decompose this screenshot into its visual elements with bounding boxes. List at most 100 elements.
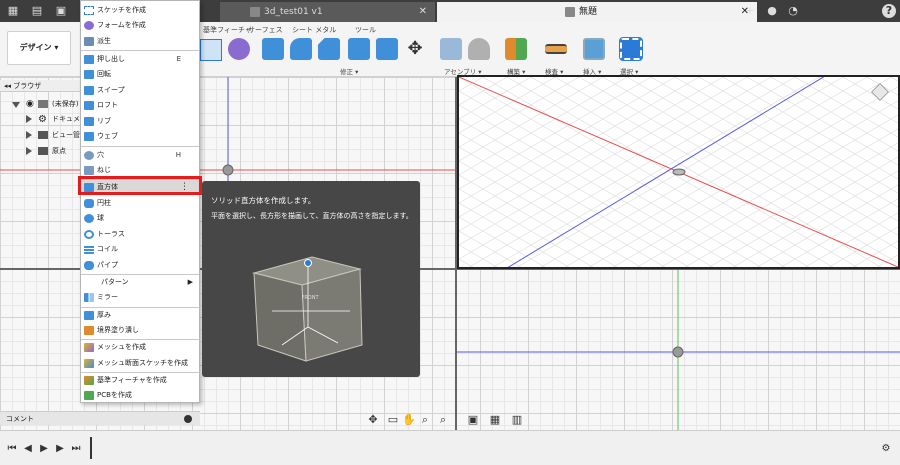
menu-item-coil[interactable]: コイル <box>81 242 199 257</box>
timeline-settings-icon[interactable]: ⚙ <box>880 443 892 455</box>
menu-item-create-sketch[interactable]: スケッチを作成 <box>81 3 199 18</box>
tree-item-named-views[interactable]: ビュー管理 <box>0 128 87 142</box>
tab-tools[interactable]: ツール <box>355 25 376 35</box>
expand-icon[interactable] <box>26 147 32 155</box>
tree-item-origin[interactable]: 原点 <box>0 144 80 158</box>
thicken-icon <box>84 311 94 320</box>
press-pull-icon[interactable] <box>262 38 284 60</box>
fillet-icon[interactable] <box>290 38 312 60</box>
menu-item-create-mesh-section-sketch[interactable]: メッシュ断面スケッチを作成 <box>81 356 199 371</box>
comment-bar[interactable]: コメント <box>0 411 200 425</box>
insert-image-icon[interactable] <box>583 38 605 60</box>
new-tab-icon[interactable]: + <box>743 4 757 18</box>
torus-icon <box>84 230 94 239</box>
menu-item-label: スケッチを作成 <box>97 6 146 14</box>
tab-construct-features[interactable]: 基準フィーチャ <box>203 25 252 35</box>
expand-icon[interactable] <box>26 115 32 123</box>
tree-item-root[interactable]: ◉ (未保存) <box>0 97 80 111</box>
tab-untitled[interactable]: 無題 ✕ <box>437 2 757 22</box>
sweep-icon <box>84 86 94 95</box>
step-forward-icon[interactable]: ▶ <box>54 443 66 455</box>
tooltip-title: ソリッド直方体を作成します。 <box>211 196 316 205</box>
menu-item-pipe[interactable]: パイプ <box>81 258 199 273</box>
isometric-viewport[interactable] <box>457 75 900 269</box>
derive-icon <box>84 37 94 46</box>
menu-item-hole[interactable]: 穴H <box>81 148 199 163</box>
select-icon[interactable] <box>619 37 643 61</box>
menu-item-loft[interactable]: ロフト <box>81 98 199 113</box>
menu-item-create-pcb[interactable]: PCBを作成 <box>81 388 199 403</box>
tab-3d-test01[interactable]: 3d_test01 v1 ✕ <box>220 2 435 22</box>
extensions-icon[interactable]: ● <box>765 4 779 18</box>
chamfer-icon[interactable] <box>318 38 340 60</box>
expand-icon[interactable] <box>12 102 20 108</box>
file-icon[interactable]: ▤ <box>30 4 44 18</box>
menu-item-sweep[interactable]: スイープ <box>81 83 199 98</box>
box-illustration: FRONT <box>252 256 363 362</box>
move-icon[interactable]: ✥ <box>404 38 426 60</box>
help-icon[interactable]: ? <box>882 4 896 18</box>
orbit-icon[interactable]: ✥ <box>366 413 380 427</box>
joint-icon[interactable] <box>468 38 490 60</box>
menu-item-label: スイープ <box>97 86 125 94</box>
zoom-icon[interactable]: ⌕ <box>418 413 432 427</box>
new-component-icon[interactable] <box>440 38 462 60</box>
menu-item-create-base-feature[interactable]: 基準フィーチャを作成 <box>81 373 199 388</box>
offset-face-icon[interactable] <box>376 38 398 60</box>
close-icon[interactable]: ✕ <box>419 2 427 22</box>
menu-item-label: メッシュを作成 <box>97 343 146 351</box>
play-icon[interactable]: ▶ <box>38 443 50 455</box>
origin-point-icon <box>222 164 234 176</box>
tree-item-document-settings[interactable]: ⚙ ドキュメント設定 <box>0 112 108 126</box>
menu-item-create-form[interactable]: フォームを作成 <box>81 18 199 33</box>
menu-item-sphere[interactable]: 球 <box>81 211 199 226</box>
combine-icon[interactable] <box>348 38 370 60</box>
group-modify[interactable]: 修正 ▾ <box>340 66 358 76</box>
menu-item-create-mesh[interactable]: メッシュを作成 <box>81 340 199 355</box>
look-at-icon[interactable]: ▭ <box>386 413 400 427</box>
group-modify-label: 修正 <box>340 68 353 76</box>
menu-item-extrude[interactable]: 押し出し E <box>81 52 199 67</box>
menu-item-thicken[interactable]: 厚み <box>81 308 199 323</box>
go-to-end-icon[interactable]: ⏭ <box>70 443 82 455</box>
menu-item-label: リブ <box>97 117 111 125</box>
create-tool-icon[interactable] <box>200 39 222 61</box>
go-to-start-icon[interactable]: ⏮ <box>6 443 18 455</box>
tab-surface[interactable]: サーフェス <box>248 25 283 35</box>
menu-item-pattern[interactable]: パターン ▶ <box>81 275 199 290</box>
measure-icon[interactable] <box>545 44 567 54</box>
menu-item-revolve[interactable]: 回転 <box>81 67 199 82</box>
eye-icon[interactable]: ◉ <box>26 100 34 109</box>
offset-plane-icon[interactable] <box>505 38 527 60</box>
workspace-selector[interactable]: デザイン ▾ <box>7 31 71 65</box>
timeline-marker[interactable] <box>90 437 96 459</box>
tooltip-description: 平面を選択し、長方形を描画して、直方体の高さを指定します。 <box>211 212 413 220</box>
menu-item-label: 球 <box>97 214 104 222</box>
menu-separator <box>81 146 199 147</box>
expand-icon[interactable] <box>26 131 32 139</box>
display-settings-icon[interactable]: ▣ <box>466 413 480 427</box>
pan-icon[interactable]: ✋ <box>402 413 416 427</box>
fit-icon[interactable]: ⌕ <box>436 413 450 427</box>
browser-header[interactable]: ◂◂ ブラウザ <box>0 80 80 92</box>
grid-snaps-icon[interactable]: ▦ <box>488 413 502 427</box>
menu-item-web[interactable]: ウェブ <box>81 129 199 144</box>
step-back-icon[interactable]: ◀ <box>22 443 34 455</box>
job-status-icon[interactable]: ◔ <box>786 4 800 18</box>
menu-item-label: ミラー <box>97 293 118 301</box>
menu-item-boundary-fill[interactable]: 境界塗り潰し <box>81 323 199 338</box>
menu-item-derive[interactable]: 派生 <box>81 34 199 49</box>
viewports-icon[interactable]: ▥ <box>510 413 524 427</box>
add-comment-icon[interactable] <box>184 415 192 423</box>
thread-icon <box>84 166 94 175</box>
grid-menu-icon[interactable]: ▦ <box>6 4 20 18</box>
form-icon[interactable] <box>228 38 250 60</box>
menu-item-torus[interactable]: トーラス <box>81 227 199 242</box>
tab-sheet-metal[interactable]: シート メタル <box>292 25 336 35</box>
save-icon[interactable]: ▣ <box>54 4 68 18</box>
menu-item-cylinder[interactable]: 円柱 <box>81 196 199 211</box>
menu-item-mirror[interactable]: ミラー <box>81 290 199 305</box>
cylinder-icon <box>84 199 94 208</box>
menu-item-label: 円柱 <box>97 199 111 207</box>
menu-item-rib[interactable]: リブ <box>81 114 199 129</box>
